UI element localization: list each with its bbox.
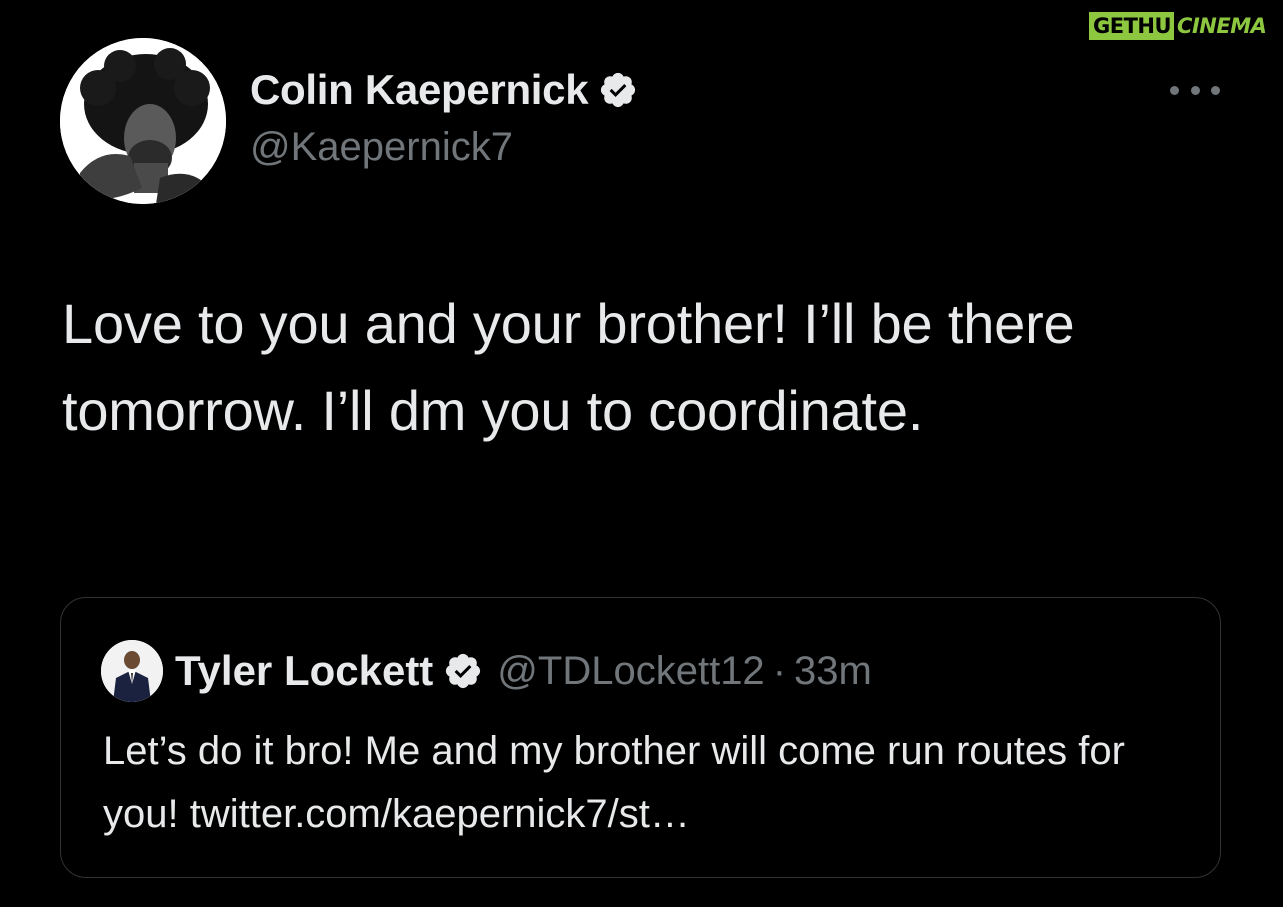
- more-options-button[interactable]: [1170, 80, 1220, 100]
- verified-badge-icon: [601, 72, 636, 108]
- quoted-tweet-card[interactable]: Tyler Lockett @TDLockett12 · 33m Let’s d…: [60, 597, 1221, 878]
- separator-dot: ·: [772, 648, 787, 693]
- author-display-name[interactable]: Colin Kaepernick: [250, 66, 589, 114]
- more-horizontal-icon: [1211, 85, 1220, 95]
- author-avatar-image: [60, 38, 226, 204]
- watermark-part2: CINEMA: [1177, 14, 1267, 38]
- quoted-author-avatar-image: [101, 640, 163, 702]
- watermark-part1: GETHU: [1089, 12, 1175, 40]
- watermark-logo: GETHU CINEMA: [1089, 12, 1268, 40]
- more-horizontal-icon: [1190, 85, 1200, 95]
- quoted-tweet-timestamp[interactable]: 33m: [794, 649, 872, 694]
- more-horizontal-icon: [1170, 85, 1179, 95]
- verified-badge-icon: [446, 653, 481, 689]
- quoted-author-avatar[interactable]: [101, 640, 163, 702]
- quoted-tweet-text: Let’s do it bro! Me and my brother will …: [103, 729, 1125, 836]
- author-avatar[interactable]: [60, 38, 226, 204]
- author-handle[interactable]: @Kaepernick7: [250, 125, 513, 170]
- quoted-author-display-name[interactable]: Tyler Lockett: [175, 647, 433, 695]
- quoted-tweet-header: Tyler Lockett @TDLockett12 · 33m: [101, 640, 872, 702]
- tweet-text: Love to you and your brother! I’ll be th…: [62, 292, 1075, 442]
- quoted-author-handle[interactable]: @TDLockett12: [497, 649, 764, 694]
- author-name-row: Colin Kaepernick: [250, 64, 638, 116]
